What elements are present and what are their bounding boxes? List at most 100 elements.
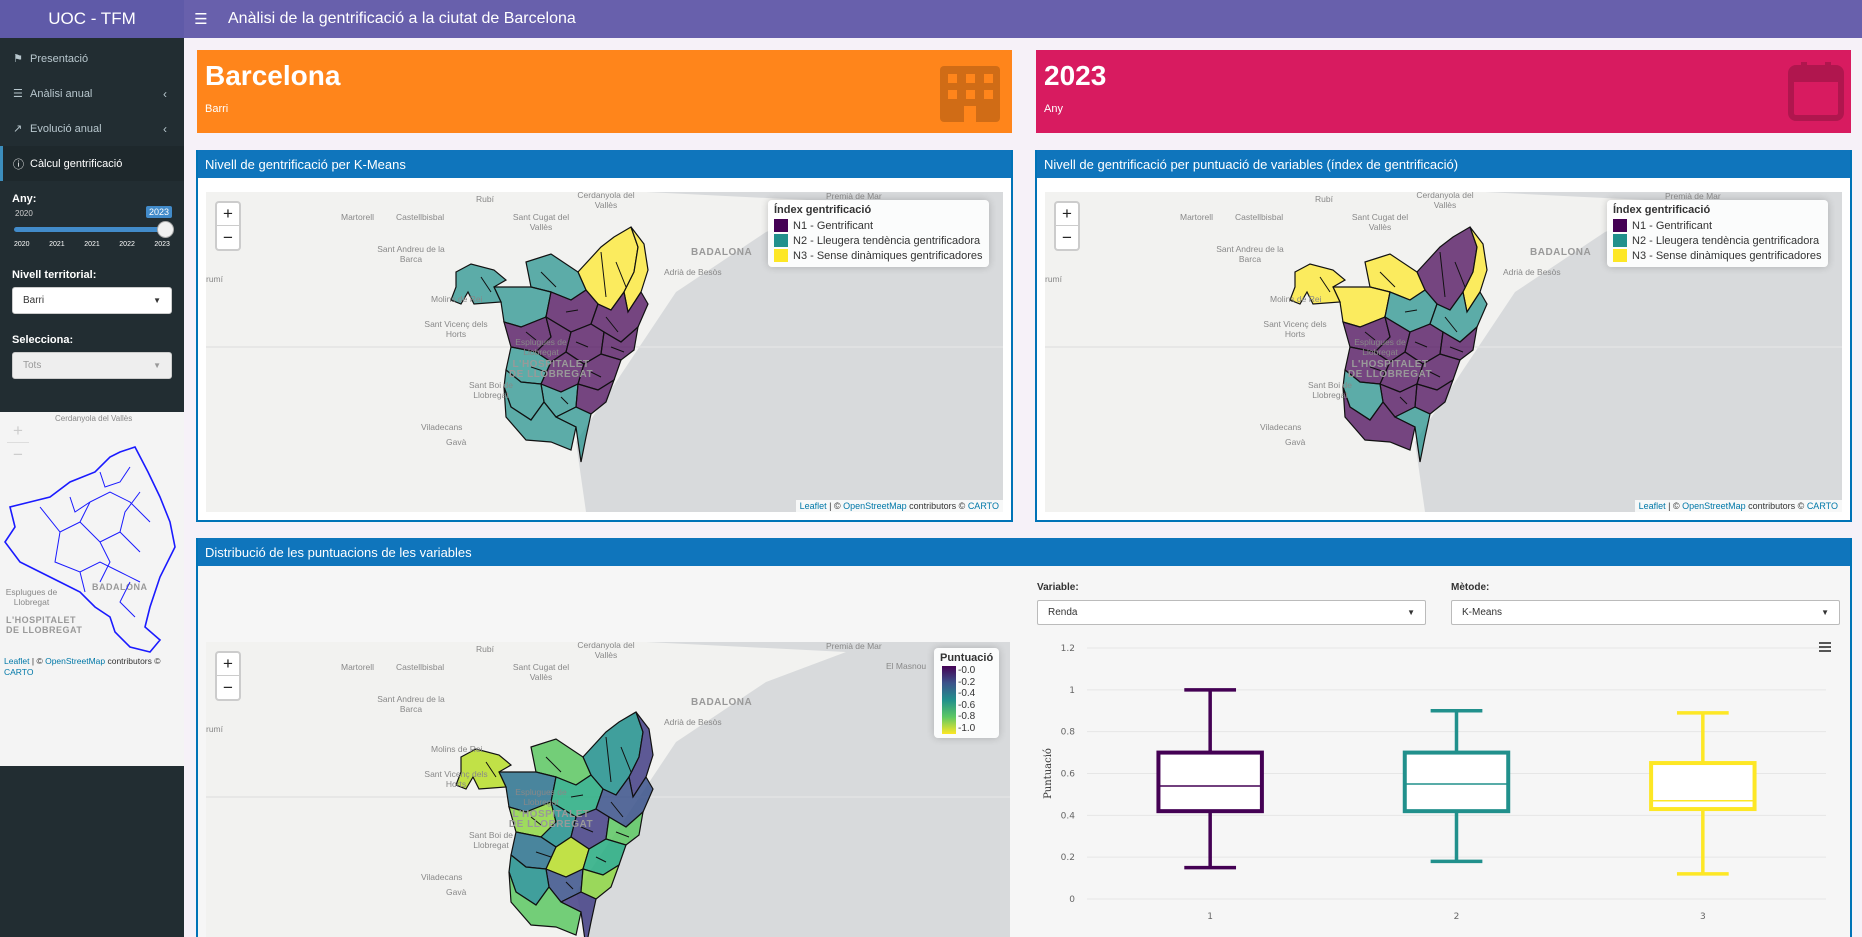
map-place-label: Adrià de Besòs: [664, 717, 722, 727]
map-layer: [206, 642, 1010, 937]
brand-logo[interactable]: UOC - TFM: [0, 0, 184, 38]
chevron-down-icon: ▼: [1407, 608, 1415, 617]
attribution-text: | ©: [29, 656, 46, 666]
map-place-label: Castellbisbal: [396, 212, 445, 222]
map-place-label: Gavà: [446, 437, 467, 447]
top-navbar: ☰ Anàlisi de la gentrificació a la ciuta…: [184, 0, 1862, 38]
slider-track[interactable]: [14, 227, 168, 232]
box-body[interactable]: [1649, 761, 1757, 812]
map-legend: Índex gentrificació N1 - Gentrificant N2 -…: [768, 200, 989, 267]
zoom-out-icon[interactable]: −: [1056, 226, 1078, 249]
y-tick-label: 0.4: [1061, 811, 1076, 821]
leaflet-link[interactable]: Leaflet: [4, 656, 30, 666]
map-place-label: Adrià de Besòs: [664, 267, 722, 277]
kmeans-map[interactable]: Rubí Cerdanyola del Vallès Premià de Mar Ma…: [206, 192, 1003, 512]
legend-tick: -1.0: [958, 722, 976, 734]
map-place-label: Sant Vicenç dels Horts: [424, 769, 488, 789]
zoom-in-icon[interactable]: +: [217, 203, 239, 226]
index-map[interactable]: Rubí Cerdanyola del Vallès Premià de Mar Ma…: [1045, 192, 1842, 512]
sidebar-item-label: Càlcul gentrificació: [30, 157, 123, 170]
map-place-label: Esplugues de Llobregat: [515, 787, 567, 807]
y-tick-label: 0: [1069, 895, 1075, 905]
y-axis-label: Puntuació: [1043, 748, 1054, 799]
slider-ticks: 2020 2021 2021 2022 2023: [12, 241, 172, 248]
scores-map[interactable]: Rubí Cerdanyola del Vallès Premià de Mar Ma…: [206, 642, 1010, 937]
layers-icon: ☰: [13, 88, 23, 100]
osm-link[interactable]: OpenStreetMap: [45, 656, 105, 666]
map-place-label: BADALONA: [1530, 247, 1592, 258]
map-place-label: Gavà: [446, 887, 467, 897]
box-body[interactable]: [1156, 750, 1264, 814]
zoom-in-icon[interactable]: +: [217, 653, 239, 676]
variable-select-value: Renda: [1048, 607, 1078, 618]
map-place-label: Sant Cugat del Vallès: [512, 662, 570, 682]
zoom-out-icon[interactable]: −: [7, 443, 29, 466]
variable-select[interactable]: Renda ▼: [1037, 600, 1426, 625]
map-place-label: Cerdanyola del Vallès: [1416, 192, 1474, 210]
sidebar-item-label: Anàlisi anual: [30, 87, 93, 100]
legend-swatch: [774, 249, 788, 262]
y-tick-label: 0.2: [1061, 853, 1075, 863]
variable-label: Variable:: [1037, 582, 1079, 593]
sidebar-mini-map[interactable]: Cerdanyola del Vallès BADALONA Esplugues…: [0, 412, 184, 766]
zoom-in-icon[interactable]: +: [1056, 203, 1078, 226]
value-box-any: 2023 Any: [1036, 50, 1851, 133]
page-title: Anàlisi de la gentrificació a la ciutat …: [228, 10, 576, 27]
area-select-value: Tots: [23, 360, 42, 371]
slider-handle[interactable]: [157, 221, 174, 238]
sidebar-item-presentacio[interactable]: ⚑ Presentació: [0, 41, 184, 76]
map-place-label: Viladecans: [421, 422, 463, 432]
map-place-label: Esplugues de Llobregat: [1354, 337, 1406, 357]
sidebar-item-calcul-gentrificacio[interactable]: ⓘ Càlcul gentrificació: [0, 146, 184, 181]
legend-swatch: [774, 234, 788, 247]
leaflet-link[interactable]: Leaflet: [1639, 501, 1666, 511]
carto-link[interactable]: CARTO: [4, 667, 33, 677]
legend-gradient: [942, 666, 956, 734]
osm-link[interactable]: OpenStreetMap: [843, 501, 907, 511]
level-select[interactable]: Barri ▼: [12, 287, 172, 314]
box-distribution: Distribució de les puntuacions de les va…: [196, 538, 1852, 937]
legend-title: Índex gentrificació: [1613, 204, 1711, 216]
year-slider[interactable]: 2020 2023 2020 2021 2021 2022 2023: [12, 205, 174, 267]
sidebar-item-analisi-anual[interactable]: ☰ Anàlisi anual ‹: [0, 76, 184, 111]
map-place-label: L'HOSPITALET DE LLOBREGAT: [1347, 359, 1433, 380]
map-place-label: Sant Boi de Llobregat: [469, 830, 513, 850]
carto-link[interactable]: CARTO: [968, 501, 999, 511]
map-place-label: Molins de Rei: [431, 294, 483, 304]
map-place-label: El Masnou: [886, 661, 927, 671]
legend-label: N2 - Lleugera tendència gentrificadora: [793, 234, 981, 247]
legend-item: N3 - Sense dinàmiques gentrificadores: [1613, 248, 1822, 263]
legend-item: N2 - Lleugera tendència gentrificadora: [774, 233, 983, 248]
zoom-out-icon[interactable]: −: [217, 226, 239, 249]
legend-label: N1 - Gentrificant: [793, 219, 874, 232]
chart-menu-icon[interactable]: [1819, 642, 1831, 652]
y-tick-label: 1.2: [1061, 644, 1075, 654]
map-place-label: Premià de Mar: [826, 642, 882, 651]
sidebar-item-evolucio-anual[interactable]: ↗ Evolució anual ‹: [0, 111, 184, 146]
value-box-barri: Barcelona Barri: [197, 50, 1012, 133]
legend-title: Índex gentrificació: [774, 204, 872, 216]
map-place-label: Martorell: [1180, 212, 1214, 222]
box-body[interactable]: [1402, 750, 1511, 814]
line-chart-icon: ↗: [13, 123, 23, 135]
method-select[interactable]: K-Means ▼: [1451, 600, 1840, 625]
boxplot-chart[interactable]: 0 0.2 0.4 0.6 0.8 1 1.2 Puntuació 1 2 3: [1037, 638, 1841, 937]
osm-link[interactable]: OpenStreetMap: [1682, 501, 1746, 511]
map-zoom-control: + −: [215, 201, 241, 251]
carto-link[interactable]: CARTO: [1807, 501, 1838, 511]
map-place-label: Sant Boi de Llobregat: [1308, 380, 1352, 400]
signpost-icon: ⚑: [13, 53, 23, 65]
map-place-label: rumí: [206, 724, 223, 734]
legend-swatch: [1613, 234, 1627, 247]
zoom-out-icon[interactable]: −: [217, 676, 239, 699]
zoom-in-icon[interactable]: +: [7, 420, 29, 443]
map-place-label: rumí: [1045, 274, 1062, 284]
sidebar-toggle-icon[interactable]: ☰: [184, 0, 218, 38]
legend-tick: -0.8: [958, 711, 976, 723]
box-title: Nivell de gentrificació per K-Means: [198, 150, 1011, 178]
leaflet-link[interactable]: Leaflet: [800, 501, 827, 511]
y-tick-label: 0.8: [1061, 728, 1076, 738]
area-select[interactable]: Tots ▼: [12, 352, 172, 379]
legend-label: N1 - Gentrificant: [1632, 219, 1713, 232]
map-place-label: Sant Cugat del Vallès: [512, 212, 570, 232]
